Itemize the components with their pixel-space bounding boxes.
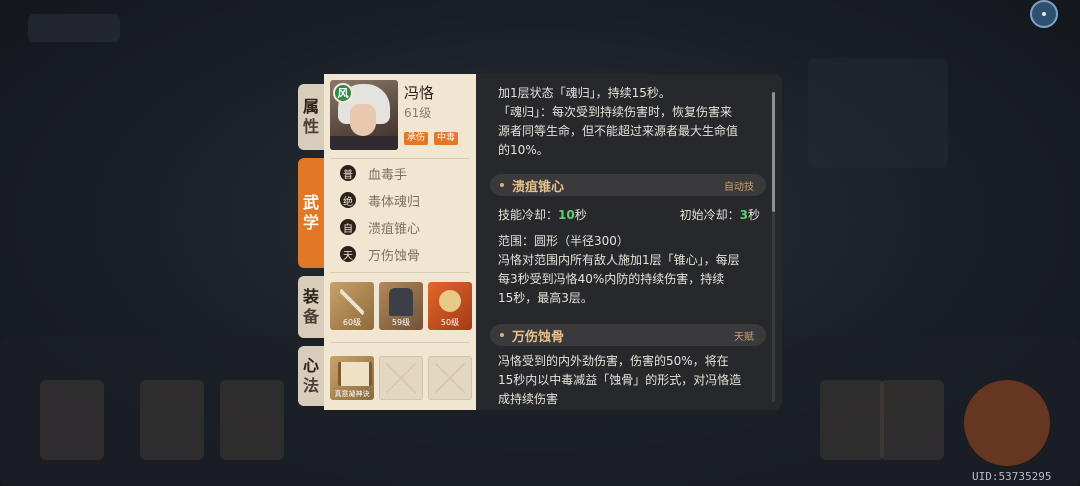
initial-cooldown-unit: 秒	[747, 208, 760, 222]
tab-mind-method[interactable]: 心 法	[298, 346, 324, 406]
cooldown-info: 技能冷却：10秒	[498, 206, 587, 224]
text-line: 15秒，最高3层。	[498, 291, 593, 305]
compass-icon[interactable]	[1030, 0, 1058, 28]
roster-character	[820, 380, 884, 460]
section-type: 天赋	[734, 331, 754, 343]
skill-type-icon: 普	[340, 165, 356, 181]
text-line: 冯恪受到的内外劲伤害，伤害的50%，将在	[498, 354, 729, 368]
skill-item-auto[interactable]: 自 溃疽锥心	[340, 216, 420, 238]
skill-name: 万伤蚀骨	[368, 248, 421, 264]
empty-mind-method-slot[interactable]	[428, 356, 472, 400]
sword-icon	[340, 288, 364, 316]
tab-equipment[interactable]: 装 备	[298, 276, 324, 338]
tab-label: 学	[302, 213, 319, 232]
bullet-icon	[500, 333, 504, 337]
background-action-button	[964, 380, 1050, 466]
equipment-level: 50级	[440, 318, 460, 327]
tab-label: 性	[302, 117, 319, 136]
skill-item-basic[interactable]: 普 血毒手	[340, 162, 407, 184]
section-title: 万伤蚀骨	[512, 329, 565, 345]
divider	[330, 342, 470, 343]
mind-method-slot[interactable]: 真意凝神诀	[330, 356, 374, 400]
skill-name: 血毒手	[368, 167, 408, 183]
talent-description: 冯恪受到的内外劲伤害，伤害的50%，将在 15秒内以中毒减益「蚀骨」的形式，对冯…	[498, 352, 768, 409]
text-line: 成持续伤害	[498, 392, 559, 406]
back-button-blurred	[28, 14, 120, 42]
skill-name: 毒体魂归	[368, 194, 421, 210]
skill-intro-text: 加1层状态「魂归」，持续15秒。 「魂归」：每次受到持续伤害时，恢复伤害来 源者…	[498, 84, 768, 160]
cooldown-value: 10	[558, 208, 575, 222]
dragon-ornament-icon	[439, 290, 461, 312]
text-line: 的10%。	[498, 143, 549, 157]
text-line: 范围：圆形（半径300）	[498, 234, 629, 248]
character-name: 冯恪	[404, 84, 435, 102]
skill-type-icon: 自	[340, 219, 356, 235]
text-line: 「魂归」：每次受到持续伤害时，恢复伤害来	[498, 105, 733, 119]
skill-item-ultimate[interactable]: 绝 毒体魂归	[340, 189, 420, 211]
equipment-slot-weapon[interactable]: 60级	[330, 282, 374, 330]
divider	[330, 272, 470, 273]
equipment-slot-armor[interactable]: 59级	[379, 282, 423, 330]
character-detail-popup: 属 性 武 学 装 备 心 法 风 冯恪 61级 承伤 中毒 普 血毒手 绝 毒…	[298, 74, 782, 410]
equipment-level: 59级	[391, 318, 411, 327]
scrollbar-thumb[interactable]	[772, 92, 775, 212]
section-header-auto-skill: 溃疽锥心 自动技	[490, 174, 766, 196]
role-tag: 中毒	[434, 132, 459, 145]
roster-character	[40, 380, 104, 460]
skill-name: 溃疽锥心	[368, 221, 421, 237]
roster-character	[140, 380, 204, 460]
initial-cooldown-value: 3	[739, 208, 748, 222]
robe-icon	[389, 288, 413, 316]
uid-label: UID:53735295	[972, 470, 1052, 483]
roster-character	[880, 380, 944, 460]
initial-cooldown-label: 初始冷却：	[679, 208, 740, 222]
tab-label: 心	[302, 356, 319, 375]
tab-label: 法	[302, 376, 319, 395]
character-summary-panel: 风 冯恪 61级 承伤 中毒 普 血毒手 绝 毒体魂归 自 溃疽锥心 天 万伤蚀…	[324, 74, 476, 410]
empty-mind-method-slot[interactable]	[379, 356, 423, 400]
text-line: 冯恪对范围内所有敌人施加1层「锥心」，每层	[498, 253, 740, 267]
wind-element-icon: 风	[333, 83, 353, 103]
tab-label: 武	[302, 193, 319, 212]
section-header-talent: 万伤蚀骨 天赋	[490, 324, 766, 346]
side-tabs: 属 性 武 学 装 备 心 法	[298, 74, 324, 410]
character-portrait: 风	[330, 80, 398, 150]
text-line: 加1层状态「魂归」，持续15秒。	[498, 86, 671, 100]
skill-type-icon: 绝	[340, 192, 356, 208]
tab-martial-arts[interactable]: 武 学	[298, 158, 324, 268]
section-type: 自动技	[724, 181, 754, 193]
skill-detail-panel[interactable]: 加1层状态「魂归」，持续15秒。 「魂归」：每次受到持续伤害时，恢复伤害来 源者…	[476, 74, 782, 410]
skill-type-icon: 天	[340, 246, 356, 262]
roster-character	[220, 380, 284, 460]
equipment-level: 60级	[342, 318, 362, 327]
divider	[330, 158, 470, 159]
tab-attributes[interactable]: 属 性	[298, 84, 324, 150]
skill-item-talent[interactable]: 天 万伤蚀骨	[340, 243, 420, 265]
mind-method-name: 真意凝神诀	[334, 390, 370, 398]
cooldown-row: 技能冷却：10秒 初始冷却：3秒	[498, 206, 760, 224]
role-tag: 承伤	[404, 132, 429, 145]
bullet-icon	[500, 183, 504, 187]
background-panel	[808, 58, 948, 168]
tab-label: 备	[302, 307, 319, 326]
tab-label: 装	[302, 287, 319, 306]
cooldown-unit: 秒	[574, 208, 587, 222]
tab-label: 属	[302, 97, 319, 116]
section-title: 溃疽锥心	[512, 179, 565, 195]
character-level: 61级	[404, 106, 432, 120]
scroll-icon	[338, 362, 372, 386]
cooldown-label: 技能冷却：	[498, 208, 559, 222]
text-line: 每3秒受到冯恪40%内防的持续伤害，持续	[498, 272, 725, 286]
equipment-slot-accessory[interactable]: 50级	[428, 282, 472, 330]
initial-cooldown-info: 初始冷却：3秒	[680, 206, 760, 224]
text-line: 源者同等生命，但不能超过来源者最大生命值	[498, 124, 739, 138]
skill-description: 范围：圆形（半径300） 冯恪对范围内所有敌人施加1层「锥心」，每层 每3秒受到…	[498, 232, 768, 308]
text-line: 15秒内以中毒减益「蚀骨」的形式，对冯恪造	[498, 373, 742, 387]
